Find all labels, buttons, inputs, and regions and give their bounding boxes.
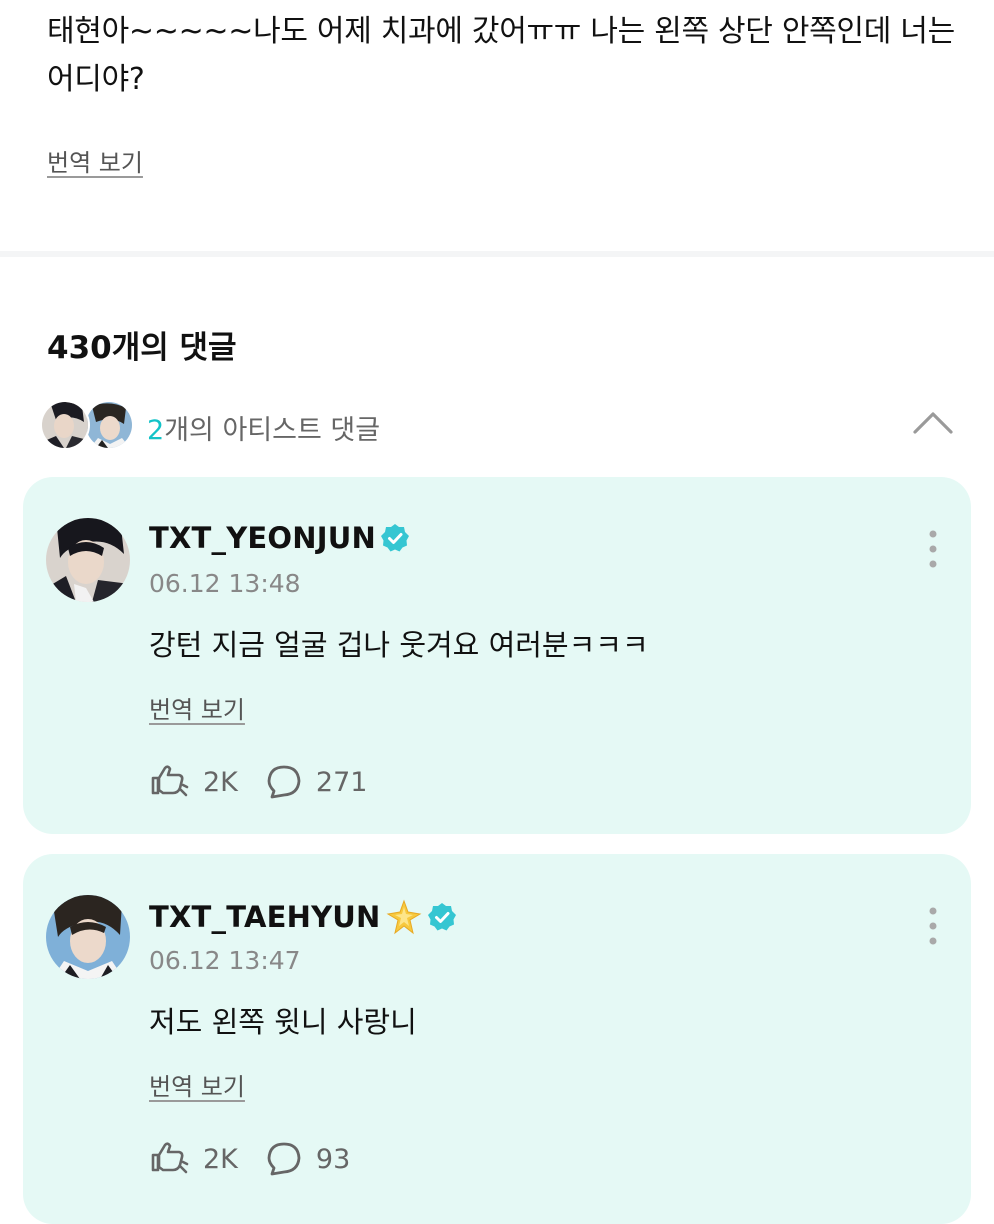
like-icon xyxy=(149,1141,189,1177)
like-button[interactable]: 2K xyxy=(149,1141,238,1177)
comment-actions: 2K 271 xyxy=(149,762,395,802)
post-text: 태현아~~~~~나도 어제 치과에 갔어ㅠㅠ 나는 왼쪽 상단 안쪽인데 너는 … xyxy=(47,14,955,97)
verified-icon xyxy=(427,902,457,932)
reply-button[interactable]: 93 xyxy=(266,1141,350,1177)
artist-comments-count: 2 xyxy=(147,415,165,446)
comment-icon xyxy=(266,1141,302,1177)
like-button[interactable]: 2K xyxy=(149,764,238,800)
artist-avatar-yeonjun xyxy=(40,400,90,450)
reply-count: 271 xyxy=(315,766,368,798)
artist-comment-card: TXT_TAEHYUN 06.12 13:47 저도 왼쪽 윗니 사랑니 번역 … xyxy=(23,854,971,1224)
comments-count-title: 430개의 댓글 xyxy=(47,330,237,366)
comment-icon xyxy=(266,764,302,800)
comment-username-text: TXT_YEONJUN xyxy=(149,521,376,555)
artist-comments-suffix: 개의 아티스트 댓글 xyxy=(164,415,381,446)
verified-icon xyxy=(380,523,410,553)
avatar[interactable] xyxy=(46,518,130,602)
more-icon[interactable] xyxy=(925,529,941,569)
chevron-up-icon[interactable] xyxy=(911,408,955,438)
comment-username-text: TXT_TAEHYUN xyxy=(149,900,381,934)
comment-timestamp: 06.12 13:48 xyxy=(149,569,301,598)
reply-count: 93 xyxy=(315,1143,351,1175)
comment-text: 강턴 지금 얼굴 겁나 웃겨요 여러분ㅋㅋㅋ xyxy=(149,628,649,662)
comment-translate-link[interactable]: 번역 보기 xyxy=(149,1067,245,1102)
avatar[interactable] xyxy=(46,895,130,979)
comment-text: 저도 왼쪽 윗니 사랑니 xyxy=(149,1005,417,1039)
artist-comments-label: 2개의 아티스트 댓글 xyxy=(147,408,380,447)
artist-avatar-taehyun xyxy=(84,400,134,450)
more-icon[interactable] xyxy=(925,906,941,946)
section-divider xyxy=(0,251,994,257)
comment-timestamp: 06.12 13:47 xyxy=(149,946,301,975)
like-count: 2K xyxy=(203,1143,238,1175)
comment-translate-link[interactable]: 번역 보기 xyxy=(149,690,245,725)
comment-actions: 2K 93 xyxy=(149,1139,378,1179)
like-count: 2K xyxy=(203,766,238,798)
reply-button[interactable]: 271 xyxy=(266,764,368,800)
comment-username[interactable]: TXT_TAEHYUN xyxy=(149,898,457,936)
artist-comments-toggle[interactable]: 2개의 아티스트 댓글 xyxy=(40,398,960,454)
like-icon xyxy=(149,764,189,800)
comment-username[interactable]: TXT_YEONJUN xyxy=(149,521,410,555)
artist-comment-card: TXT_YEONJUN 06.12 13:48 강턴 지금 얼굴 겁나 웃겨요 … xyxy=(23,477,971,834)
sparkle-icon xyxy=(385,898,423,936)
post-translate-link[interactable]: 번역 보기 xyxy=(47,143,143,178)
